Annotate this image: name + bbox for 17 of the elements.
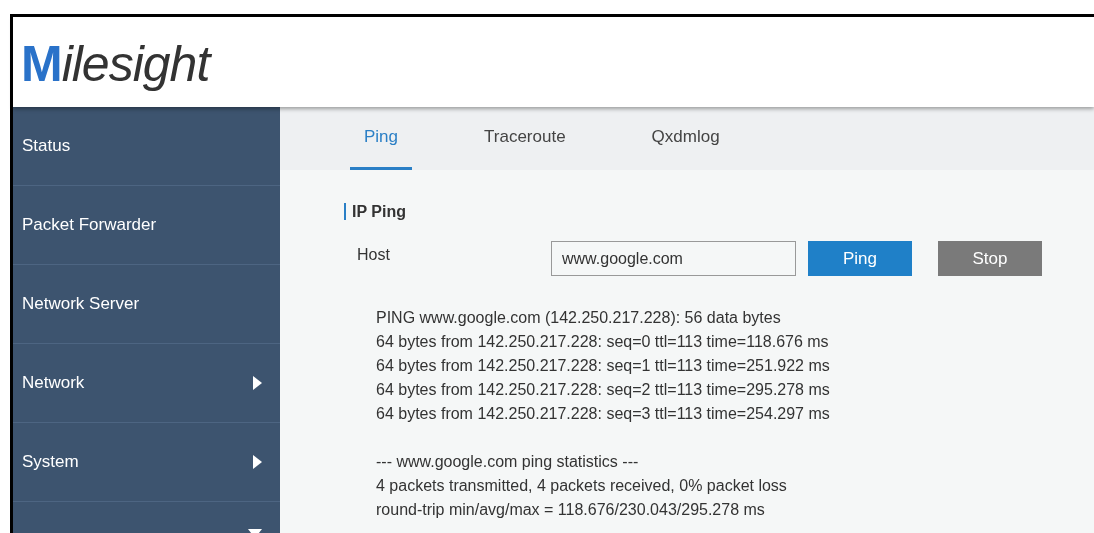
ping-output-line: 64 bytes from 142.250.217.228: seq=1 ttl=113 time=251.922 ms [376,356,831,376]
host-label: Host [357,245,391,264]
ping-output-line: 4 packets transmitted, 4 packets received, 0% packet loss [376,476,788,496]
ping-output-line: PING www.google.com (142.250.217.228): 56 data bytes [376,308,782,328]
tab[interactable]: Ping [350,107,413,170]
milesight-logo: Milesight [21,37,210,91]
tab[interactable]: Qxdmlog [637,107,734,170]
ping-output-line: 64 bytes from 142.250.217.228: seq=0 ttl=113 time=118.676 ms [376,332,830,352]
ping-action-button[interactable]: Ping [808,241,912,276]
tab[interactable]: Traceroute [470,107,580,170]
ping-action-button[interactable]: Stop [938,241,1042,276]
ping-output-line: --- www.google.com ping statistics --- [376,452,640,472]
ping-output-line: round-trip min/avg/max = 118.676/230.043/295.278 ms [376,500,766,520]
ping-output-line: 64 bytes from 142.250.217.228: seq=2 ttl=113 time=295.278 ms [376,380,831,400]
ping-output-line: 64 bytes from 142.250.217.228: seq=3 ttl=113 time=254.297 ms [376,404,831,424]
section-title: IP Ping [344,203,406,220]
host-input-field[interactable]: www.google.com [551,241,796,276]
